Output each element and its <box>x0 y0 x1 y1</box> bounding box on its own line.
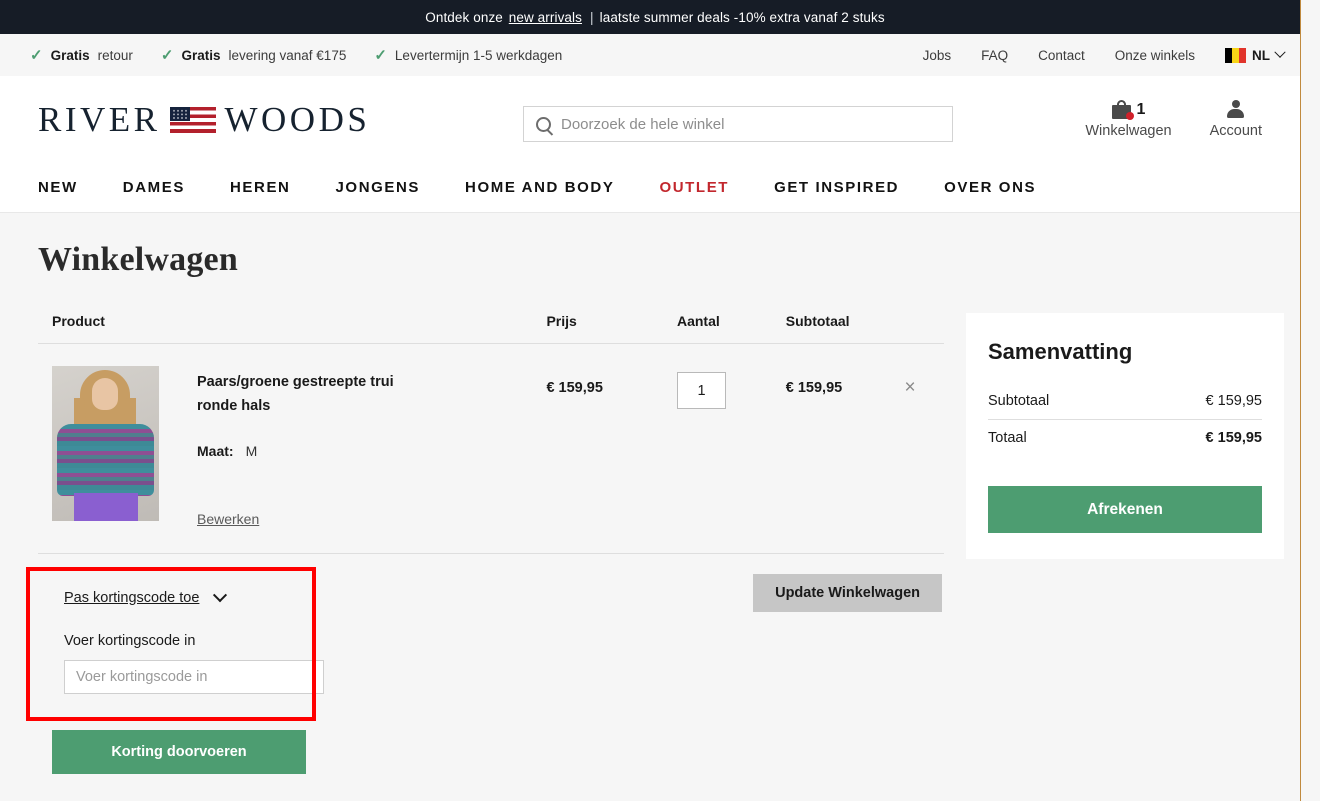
nav-item-over-ons[interactable]: OVER ONS <box>944 179 1036 196</box>
usp-rest-text: Levertermijn 1-5 werkdagen <box>394 47 563 63</box>
nav-item-get-inspired[interactable]: GET INSPIRED <box>774 179 899 196</box>
summary-total-value: € 159,95 <box>1205 430 1262 446</box>
usp-bold-text: Gratis <box>181 47 221 63</box>
usp-delivery-time: ✓ Levertermijn 1-5 werkdagen <box>374 48 562 63</box>
product-info: Paars/groene gestreepte trui ronde hals … <box>197 366 546 527</box>
announcement-bar: Ontdek onze new arrivals | laatste summe… <box>0 0 1310 34</box>
summary-total-row: Totaal € 159,95 <box>988 420 1262 456</box>
cart-actions-row: Pas kortingscode toe Voer kortingscode i… <box>38 554 944 712</box>
chevron-down-icon <box>1274 46 1286 58</box>
shopping-bag-icon <box>1111 100 1134 120</box>
announcement-suffix: laatste summer deals -10% extra vanaf 2 … <box>599 9 885 25</box>
column-header-subtotal: Subtotaal <box>785 313 850 329</box>
utility-bar: ✓ Gratis retour ✓ Gratis levering vanaf … <box>0 34 1310 76</box>
language-selector[interactable]: NL <box>1225 46 1286 63</box>
user-icon <box>1226 100 1245 119</box>
utility-link-contact[interactable]: Contact <box>1038 48 1085 63</box>
search-box[interactable] <box>523 106 953 142</box>
apply-coupon-button[interactable]: Korting doorvoeren <box>52 729 306 774</box>
nav-item-dames[interactable]: DAMES <box>123 179 185 196</box>
column-header-product: Product <box>52 313 105 329</box>
column-header-qty: Aantal <box>676 313 720 329</box>
product-subtotal: € 159,95 <box>785 380 843 396</box>
summary-title: Samenvatting <box>988 339 1133 364</box>
check-icon: ✓ <box>374 46 387 64</box>
search-icon <box>536 116 551 132</box>
nav-item-heren[interactable]: HEREN <box>230 179 291 196</box>
coupon-input[interactable] <box>64 659 324 694</box>
header-actions: 1 Winkelwagen Account <box>1085 100 1284 139</box>
product-name: Paars/groene gestreepte trui ronde hals <box>197 374 394 415</box>
cart-side-column: Samenvatting Subtotaal € 159,95 Totaal €… <box>966 313 1284 559</box>
usp-bold-text: Gratis <box>50 47 90 63</box>
usp-free-delivery: ✓ Gratis levering vanaf €175 <box>161 48 346 63</box>
cart-layout: Product Prijs Aantal Subtotaal Paars/gro… <box>38 313 1284 774</box>
utility-link-stores[interactable]: Onze winkels <box>1115 48 1195 63</box>
product-image[interactable] <box>52 366 159 521</box>
coupon-toggle[interactable]: Pas kortingscode toe <box>64 587 326 606</box>
chevron-down-icon <box>213 587 228 602</box>
remove-cell: × <box>904 366 944 397</box>
nav-item-jongens[interactable]: JONGENS <box>335 179 420 196</box>
product-option: Maat: M <box>197 443 546 459</box>
cart-table-header: Product Prijs Aantal Subtotaal <box>38 313 944 344</box>
announcement-separator: | <box>590 9 594 25</box>
usp-group: ✓ Gratis retour ✓ Gratis levering vanaf … <box>30 48 562 63</box>
table-row: Paars/groene gestreepte trui ronde hals … <box>38 344 944 554</box>
cart-button[interactable]: 1 Winkelwagen <box>1085 100 1172 139</box>
utility-link-faq[interactable]: FAQ <box>981 48 1008 63</box>
nav-item-outlet[interactable]: OUTLET <box>659 179 729 196</box>
summary-subtotal-value: € 159,95 <box>1205 393 1262 409</box>
site-logo[interactable]: RIVER WOODS <box>38 100 370 140</box>
logo-text-right: WOODS <box>224 99 371 139</box>
main-navigation: NEW DAMES HEREN JONGENS HOME AND BODY OU… <box>0 163 1310 213</box>
page-frame: Ontdek onze new arrivals | laatste summe… <box>0 0 1310 801</box>
update-cart-button[interactable]: Update Winkelwagen <box>753 573 942 612</box>
product-price: € 159,95 <box>546 380 603 396</box>
cart-label: Winkelwagen <box>1085 123 1172 139</box>
utility-link-jobs[interactable]: Jobs <box>923 48 952 63</box>
cart-main-column: Product Prijs Aantal Subtotaal Paars/gro… <box>38 313 944 774</box>
check-icon: ✓ <box>30 46 43 64</box>
option-label: Maat: <box>197 442 234 459</box>
order-summary-card: Samenvatting Subtotaal € 159,95 Totaal €… <box>966 313 1284 559</box>
check-icon: ✓ <box>160 46 174 64</box>
window-right-edge <box>1300 0 1310 801</box>
summary-subtotal-row: Subtotaal € 159,95 <box>988 387 1262 420</box>
coupon-toggle-label: Pas kortingscode toe <box>64 589 200 606</box>
edit-item-link[interactable]: Bewerken <box>197 511 259 527</box>
language-code: NL <box>1252 47 1270 63</box>
account-label: Account <box>1209 123 1262 139</box>
coupon-field-label: Voer kortingscode in <box>64 632 196 649</box>
product-cell: Paars/groene gestreepte trui ronde hals … <box>52 366 546 527</box>
cart-icon-row: 1 <box>1111 100 1146 120</box>
usa-flag-icon <box>169 106 216 133</box>
cart-count-badge: 1 <box>1136 100 1146 118</box>
page-content: Winkelwagen Product Prijs Aantal Subtota… <box>0 213 1310 800</box>
search-input[interactable] <box>561 115 940 133</box>
announcement-prefix: Ontdek onze <box>425 9 503 25</box>
utility-links: Jobs FAQ Contact Onze winkels NL <box>923 46 1286 63</box>
quantity-input[interactable] <box>676 372 726 409</box>
checkout-button[interactable]: Afrekenen <box>988 486 1262 533</box>
usp-free-return: ✓ Gratis retour <box>30 48 133 63</box>
usp-rest-text: retour <box>97 47 133 63</box>
option-value: M <box>245 442 258 459</box>
search-wrapper <box>523 106 953 142</box>
nav-item-home-and-body[interactable]: HOME AND BODY <box>465 179 614 196</box>
summary-total-label: Totaal <box>988 430 1027 446</box>
quantity-cell <box>676 366 786 409</box>
belgium-flag-icon <box>1225 47 1246 63</box>
page-title: Winkelwagen <box>38 241 238 278</box>
coupon-block: Pas kortingscode toe Voer kortingscode i… <box>48 573 342 712</box>
logo-text-left: RIVER <box>38 99 161 139</box>
remove-item-icon[interactable]: × <box>904 377 915 398</box>
nav-item-new[interactable]: NEW <box>38 179 78 196</box>
column-header-price: Prijs <box>546 313 577 329</box>
usp-rest-text: levering vanaf €175 <box>228 47 347 63</box>
summary-subtotal-label: Subtotaal <box>988 393 1050 409</box>
account-button[interactable]: Account <box>1210 100 1262 139</box>
announcement-link[interactable]: new arrivals <box>509 10 582 25</box>
